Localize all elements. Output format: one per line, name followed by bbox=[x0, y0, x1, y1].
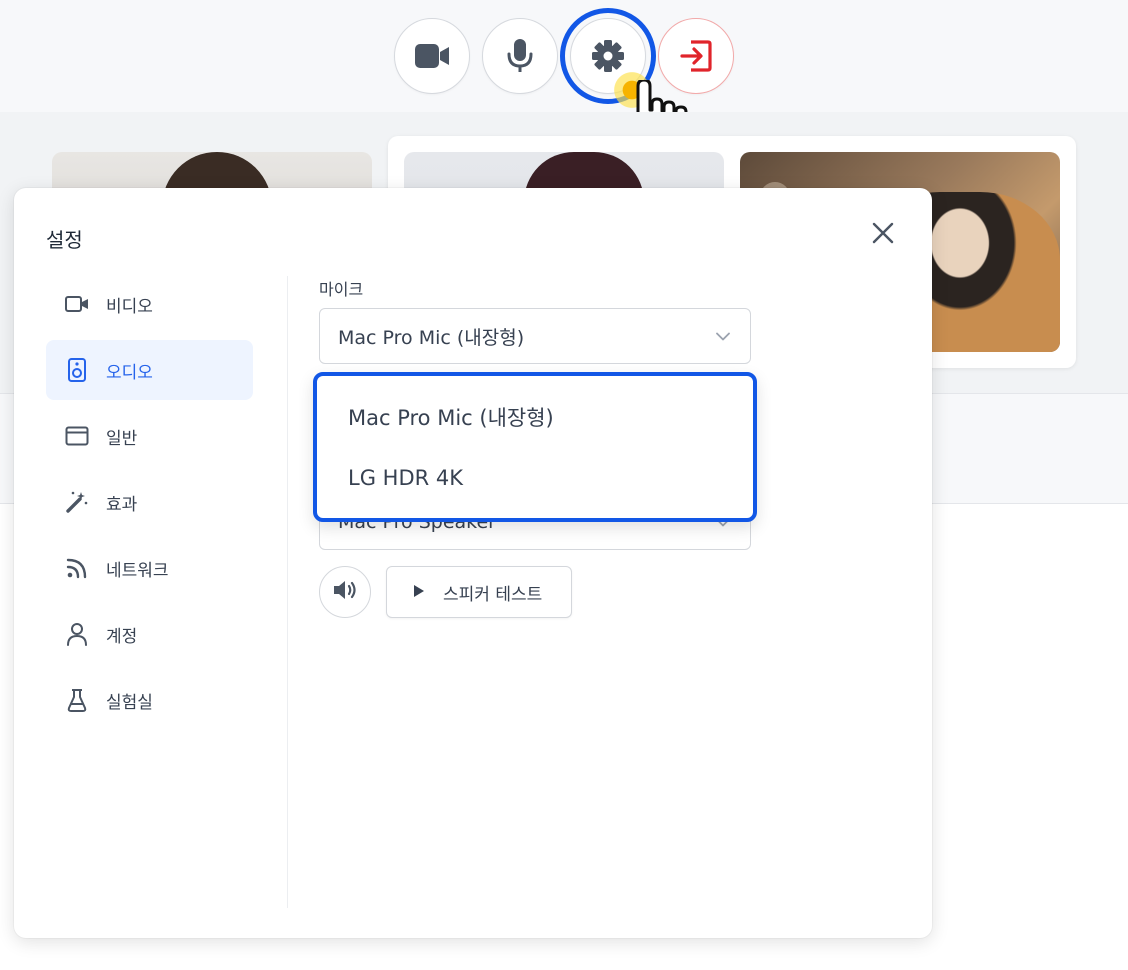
mic-toggle-button[interactable] bbox=[482, 18, 558, 94]
speaker-icon bbox=[64, 357, 90, 383]
sidebar-item-label: 계정 bbox=[106, 626, 138, 647]
mic-select[interactable]: Mac Pro Mic (내장형) bbox=[319, 308, 751, 364]
leave-icon bbox=[679, 39, 713, 73]
sidebar-item-account[interactable]: 계정 bbox=[46, 604, 253, 664]
sidebar-item-label: 비디오 bbox=[106, 296, 153, 317]
play-icon bbox=[413, 583, 425, 602]
sidebar-item-labs[interactable]: 실험실 bbox=[46, 670, 253, 730]
magic-wand-icon bbox=[64, 489, 90, 515]
sidebar-item-audio[interactable]: 오디오 bbox=[46, 340, 253, 400]
speaker-test-label: 스피커 테스트 bbox=[443, 584, 543, 605]
camera-toggle-button[interactable] bbox=[394, 18, 470, 94]
flask-icon bbox=[64, 687, 90, 713]
sidebar-item-general[interactable]: 일반 bbox=[46, 406, 253, 466]
sidebar-item-label: 오디오 bbox=[106, 362, 153, 383]
settings-modal: 설정 비디오 오디오 일반 효과 네트워크 계정 실험실 마이크 Mac Pro… bbox=[14, 188, 932, 938]
settings-sidebar: 비디오 오디오 일반 효과 네트워크 계정 실험실 bbox=[46, 274, 253, 736]
sidebar-divider bbox=[287, 276, 288, 908]
mic-option[interactable]: Mac Pro Mic (내장형) bbox=[348, 402, 554, 432]
user-icon bbox=[64, 621, 90, 647]
volume-icon bbox=[332, 579, 358, 605]
mic-label: 마이크 bbox=[319, 280, 364, 299]
chevron-down-icon bbox=[716, 327, 730, 346]
modal-title: 설정 bbox=[46, 228, 83, 252]
sidebar-item-label: 일반 bbox=[106, 428, 138, 449]
sidebar-item-effects[interactable]: 효과 bbox=[46, 472, 253, 532]
sidebar-item-label: 효과 bbox=[106, 494, 138, 515]
mic-option[interactable]: LG HDR 4K bbox=[348, 466, 463, 490]
gear-icon bbox=[591, 39, 625, 73]
video-camera-icon bbox=[414, 43, 450, 69]
microphone-icon bbox=[506, 38, 534, 74]
rss-icon bbox=[64, 555, 90, 581]
window-icon bbox=[64, 423, 90, 449]
sidebar-item-label: 네트워크 bbox=[106, 560, 169, 581]
sidebar-item-video[interactable]: 비디오 bbox=[46, 274, 253, 334]
video-camera-icon bbox=[64, 291, 90, 317]
sidebar-item-label: 실험실 bbox=[106, 692, 153, 713]
close-button[interactable] bbox=[870, 222, 896, 248]
mic-dropdown-menu: Mac Pro Mic (내장형) LG HDR 4K bbox=[313, 372, 757, 522]
mic-select-value: Mac Pro Mic (내장형) bbox=[338, 326, 525, 349]
speaker-test-button[interactable]: 스피커 테스트 bbox=[386, 566, 572, 618]
close-icon bbox=[872, 222, 894, 248]
sidebar-item-network[interactable]: 네트워크 bbox=[46, 538, 253, 598]
speaker-volume-button[interactable] bbox=[319, 566, 371, 618]
